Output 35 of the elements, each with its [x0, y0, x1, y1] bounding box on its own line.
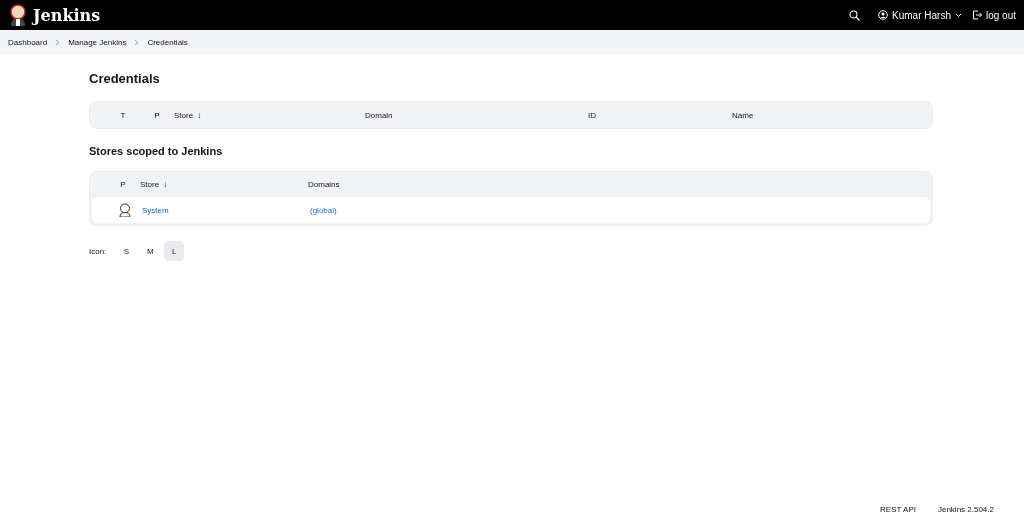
column-header: Domain	[365, 110, 393, 120]
column-header: ID	[588, 110, 596, 120]
logout-button[interactable]: log out	[971, 9, 1016, 21]
chevron-icon	[55, 38, 61, 46]
column-header[interactable]: Store	[174, 110, 194, 120]
column-header: P	[154, 110, 160, 120]
person-icon	[118, 203, 132, 217]
footer-link[interactable]: REST API	[880, 504, 916, 514]
chevron-icon	[134, 38, 140, 46]
sort-arrow: ↓	[197, 110, 202, 120]
section-title: Stores scoped to Jenkins	[89, 145, 224, 157]
icon-size-option[interactable]: M	[140, 241, 161, 261]
column-header: Domains	[308, 180, 340, 189]
logout-icon	[971, 10, 982, 20]
domain-link[interactable]: (global)	[310, 205, 337, 215]
sort-arrow: ↓	[163, 180, 168, 189]
caret-icon	[954, 12, 962, 18]
breadcrumb-link[interactable]: Credentials	[147, 37, 188, 47]
user-icon	[878, 10, 889, 20]
column-header: Name	[732, 110, 754, 120]
icon-size-option[interactable]: L	[164, 241, 185, 261]
footer-link[interactable]: Jenkins 2.504.2	[937, 504, 994, 514]
store-link[interactable]: System	[142, 205, 169, 215]
column-header: T	[120, 110, 126, 120]
user-menu[interactable]: Kumar Harsh	[878, 9, 962, 21]
column-header[interactable]: Store	[140, 180, 160, 189]
search-icon[interactable]	[849, 9, 861, 21]
breadcrumb-link[interactable]: Manage Jenkins	[68, 37, 127, 47]
icon-size-option[interactable]: S	[116, 241, 137, 261]
brand-name[interactable]: Jenkins	[33, 5, 101, 25]
icon-size-label: Icon:	[89, 246, 107, 256]
column-header: P	[120, 180, 126, 189]
butler-icon[interactable]	[8, 4, 28, 26]
breadcrumb-link[interactable]: Dashboard	[8, 37, 48, 47]
page-title: Credentials	[89, 71, 161, 86]
